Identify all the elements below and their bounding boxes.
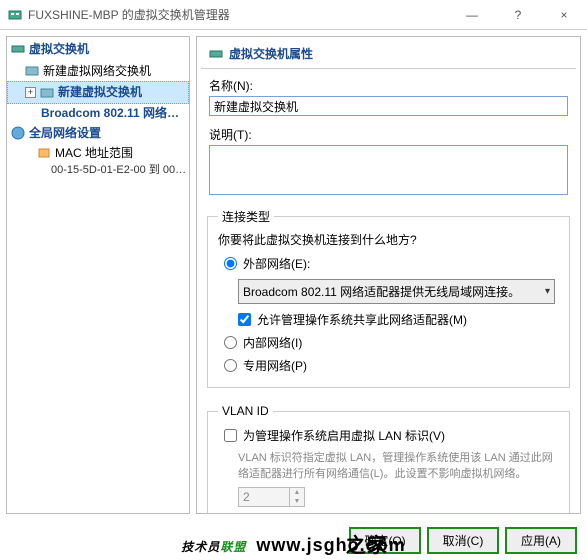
properties-header: 虚拟交换机属性 [201,39,576,69]
description-label: 说明(T): [209,126,568,143]
tree-item-label: 新建虚拟交换机 [58,83,142,100]
apply-button[interactable]: 应用(A) [505,527,577,554]
spinner-up-icon: ▲ [290,488,304,497]
minimize-button[interactable]: — [449,0,495,30]
checkbox-allow-mgmt[interactable] [238,313,251,326]
tree-section-virtual-switches: 虚拟交换机 [7,37,189,60]
radio-private-label: 专用网络(P) [243,357,307,374]
tree-header-label: 虚拟交换机 [29,40,89,57]
nic-icon [25,65,39,77]
switch-icon [11,42,25,56]
chevron-down-icon: ▾ [545,286,550,297]
connection-type-fieldset: 连接类型 你要将此虚拟交换机连接到什么地方? 外部网络(E): Broadcom… [207,208,570,388]
close-button[interactable]: × [541,0,587,30]
checkbox-vlan-enable[interactable] [224,429,237,442]
radio-internal-label: 内部网络(I) [243,334,302,351]
properties-header-label: 虚拟交换机属性 [229,45,313,62]
mac-icon [37,147,51,159]
vlan-legend: VLAN ID [218,404,273,418]
radio-external-label: 外部网络(E): [243,255,310,272]
tree-item-new-switch[interactable]: + 新建虚拟交换机 [7,81,189,104]
tree-item-label: MAC 地址范围 [55,144,133,161]
vlan-id-spinner: ▲ ▼ [238,487,305,507]
cancel-button[interactable]: 取消(C) [427,527,499,554]
radio-private[interactable] [224,359,237,372]
vlan-hint: VLAN 标识符指定虚拟 LAN，管理操作系统使用该 LAN 通过此网络适配器进… [238,449,559,481]
titlebar: FUXSHINE-MBP 的虚拟交换机管理器 — ? × [0,0,587,30]
properties-panel: 虚拟交换机属性 名称(N): 说明(T): 连接类型 你要将此虚拟交换机连接到什… [196,36,581,514]
expander-icon[interactable]: + [25,87,36,98]
nic-icon [40,87,54,99]
tree-section-global: 全局网络设置 [7,121,189,144]
checkbox-allow-mgmt-label: 允许管理操作系统共享此网络适配器(M) [257,311,467,328]
tree-header-label: 全局网络设置 [29,124,101,141]
tree-item-adapter[interactable]: Broadcom 802.11 网络适配器... [7,104,189,121]
spinner-down-icon: ▼ [290,497,304,506]
switch-icon [209,47,223,61]
tree-item-label: 新建虚拟网络交换机 [43,62,151,79]
vlan-fieldset: VLAN ID 为管理操作系统启用虚拟 LAN 标识(V) VLAN 标识符指定… [207,404,570,514]
radio-external[interactable] [224,257,237,270]
dialog-buttons: 确定(O) 取消(C) 应用(A) [349,527,577,554]
app-icon [8,8,22,22]
window-title: FUXSHINE-MBP 的虚拟交换机管理器 [28,6,230,23]
help-button[interactable]: ? [495,0,541,30]
name-input[interactable] [209,96,568,116]
connection-question: 你要将此虚拟交换机连接到什么地方? [218,231,559,248]
adapter-dropdown[interactable]: Broadcom 802.11 网络适配器提供无线局域网连接。 ▾ [238,279,555,304]
tree-item-mac-range[interactable]: MAC 地址范围 [7,144,189,161]
connection-type-legend: 连接类型 [218,208,274,225]
adapter-selected: Broadcom 802.11 网络适配器提供无线局域网连接。 [243,283,520,300]
checkbox-vlan-enable-label: 为管理操作系统启用虚拟 LAN 标识(V) [243,427,445,444]
ok-button[interactable]: 确定(O) [349,527,421,554]
tree-panel: 虚拟交换机 新建虚拟网络交换机 + 新建虚拟交换机 Broadcom 802.1… [6,36,190,514]
mac-range-value: 00-15-5D-01-E2-00 到 00-15-5D-0... [7,161,189,177]
radio-internal[interactable] [224,336,237,349]
tree-item-new-switch-network[interactable]: 新建虚拟网络交换机 [7,60,189,81]
vlan-id-input [239,488,289,506]
name-label: 名称(N): [209,77,568,94]
globe-icon [11,126,25,140]
description-input[interactable] [209,145,568,195]
